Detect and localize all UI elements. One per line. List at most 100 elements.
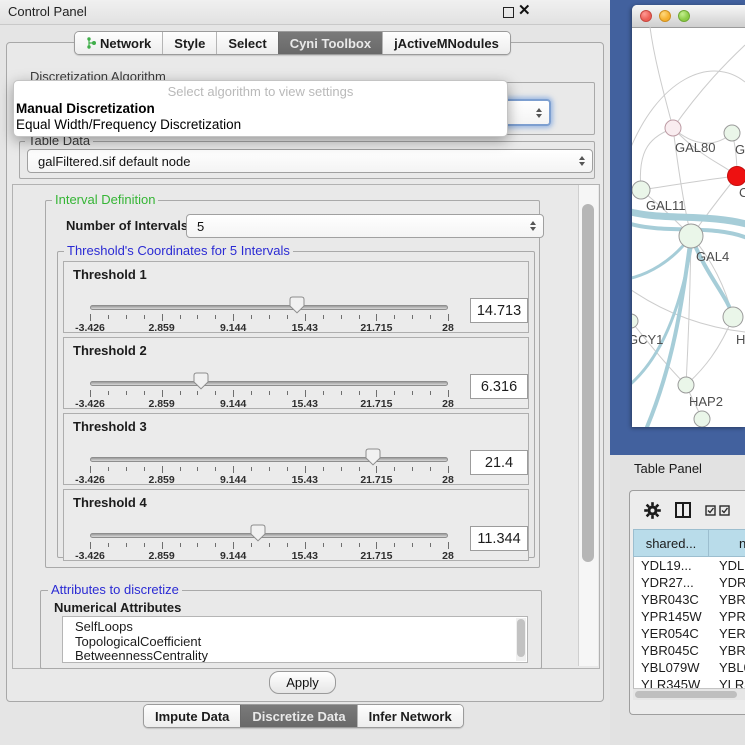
algorithm-placeholder-option[interactable]: Select algorithm to view settings [14, 84, 507, 101]
horizontal-scrollbar-thumb[interactable] [635, 691, 737, 698]
mac-minimize-icon[interactable] [659, 10, 671, 22]
network-node[interactable] [728, 167, 745, 186]
network-node[interactable] [632, 181, 650, 199]
network-node-label: HA [736, 332, 745, 347]
slider-track[interactable] [90, 533, 448, 538]
horizontal-scrollbar[interactable] [633, 688, 745, 700]
slider-tick [412, 543, 413, 547]
slider-tick [376, 314, 377, 321]
slider-tick-label: 15.43 [292, 322, 318, 334]
slider-track[interactable] [90, 305, 448, 310]
cell-shared-name[interactable]: YDL19... [634, 558, 713, 573]
attributes-scrollbar-thumb[interactable] [517, 619, 525, 657]
network-window-titlebar[interactable] [632, 5, 745, 28]
close-icon[interactable]: ✕ [518, 1, 531, 21]
mac-zoom-icon[interactable] [678, 10, 690, 22]
column-header-name[interactable]: na [709, 530, 745, 556]
cell-name[interactable]: YPR1 [713, 609, 745, 624]
attribute-item-topologicalcoefficient[interactable]: TopologicalCoefficient [75, 635, 527, 650]
threshold-value-field[interactable]: 14.713 [470, 298, 528, 323]
gear-icon[interactable] [644, 502, 661, 519]
cell-shared-name[interactable]: YBL079W [634, 660, 713, 675]
network-node[interactable] [724, 125, 740, 141]
cell-shared-name[interactable]: YER054C [634, 626, 713, 641]
table-row[interactable]: YER054CYER0 [634, 625, 745, 642]
network-graph-canvas[interactable]: GAL80GAGAL11CGAL4GCY1HAHAP2 [632, 27, 745, 427]
network-edge[interactable] [686, 317, 733, 385]
tab-select[interactable]: Select [216, 32, 277, 54]
table-data-select[interactable]: galFiltered.sif default node [27, 149, 593, 173]
slider-track[interactable] [90, 457, 448, 462]
algorithm-option-manual-discretization[interactable]: Manual Discretization [14, 101, 507, 117]
cell-name[interactable]: YBR0 [713, 643, 745, 658]
table-row[interactable]: YBR043CYBR0 [634, 591, 745, 608]
cell-name[interactable]: YDL1 [713, 558, 745, 573]
table-row[interactable]: YBL079WYBL0 [634, 659, 745, 676]
tab-impute-data[interactable]: Impute Data [144, 705, 240, 727]
slider-handle[interactable] [250, 524, 266, 545]
slider-tick-label: 28 [442, 398, 454, 410]
table-row[interactable]: YDR27...YDR2 [634, 574, 745, 591]
cell-shared-name[interactable]: YDR27... [634, 575, 713, 590]
network-node[interactable] [665, 120, 681, 136]
network-node[interactable] [723, 307, 743, 327]
table-row[interactable]: YDL19...YDL1 [634, 557, 745, 574]
network-node[interactable] [679, 224, 703, 248]
tab-discretize-data[interactable]: Discretize Data [240, 705, 356, 727]
network-edge[interactable] [673, 45, 745, 128]
attribute-item-betweennesscentrality[interactable]: BetweennessCentrality [75, 649, 527, 663]
apply-button[interactable]: Apply [269, 671, 336, 694]
network-node[interactable] [694, 411, 710, 427]
cell-name[interactable]: YBR0 [713, 592, 745, 607]
cell-name[interactable]: YBL0 [713, 660, 745, 675]
float-window-icon[interactable] [503, 7, 514, 18]
vertical-scrollbar-thumb[interactable] [582, 204, 594, 562]
network-edge[interactable] [640, 128, 673, 190]
network-node[interactable] [678, 377, 694, 393]
tab-cyni-toolbox[interactable]: Cyni Toolbox [278, 32, 382, 54]
mac-close-icon[interactable] [640, 10, 652, 22]
table-row[interactable]: YPR145WYPR1 [634, 608, 745, 625]
cell-name[interactable]: YDR2 [713, 575, 745, 590]
threshold-value-field[interactable]: 21.4 [470, 450, 528, 475]
slider-tick-label: 9.144 [220, 474, 246, 486]
checkbox-icon[interactable] [719, 505, 730, 516]
table-row[interactable]: YBR045CYBR0 [634, 642, 745, 659]
checkbox-icon[interactable] [705, 505, 716, 516]
attributes-list-scrollbar[interactable] [516, 618, 526, 661]
slider-tick-label: 21.715 [360, 322, 392, 334]
threshold-slider[interactable]: -3.4262.8599.14415.4321.71528 [90, 523, 448, 557]
split-columns-icon[interactable] [675, 502, 691, 518]
tab-jactivemnodules[interactable]: jActiveMNodules [382, 32, 510, 54]
slider-handle[interactable] [193, 372, 209, 393]
threshold-value-field[interactable]: 11.344 [470, 526, 528, 551]
cell-shared-name[interactable]: YPR145W [634, 609, 713, 624]
network-edge[interactable] [650, 27, 673, 128]
number-of-intervals-select[interactable]: 5 [186, 214, 544, 238]
network-edge[interactable] [641, 176, 737, 190]
threshold-slider[interactable]: -3.4262.8599.14415.4321.71528 [90, 371, 448, 405]
cell-name[interactable]: YER0 [713, 626, 745, 641]
vertical-scrollbar[interactable] [578, 185, 598, 666]
tab-network[interactable]: Network [75, 32, 162, 54]
threshold-slider[interactable]: -3.4262.8599.14415.4321.71528 [90, 447, 448, 481]
network-node[interactable] [632, 314, 638, 328]
slider-handle[interactable] [289, 296, 305, 317]
cell-shared-name[interactable]: YBR045C [634, 643, 713, 658]
threshold-panel-threshold-1: Threshold 1-3.4262.8599.14415.4321.71528… [63, 261, 529, 333]
tab-infer-network[interactable]: Infer Network [357, 705, 463, 727]
algorithm-option-equal-width-frequency-discretization[interactable]: Equal Width/Frequency Discretization [14, 117, 507, 133]
slider-tick-label: -3.426 [75, 474, 105, 486]
threshold-slider[interactable]: -3.4262.8599.14415.4321.71528 [90, 295, 448, 329]
attribute-item-selfloops[interactable]: SelfLoops [75, 620, 527, 635]
column-header-shared-name[interactable]: shared... [634, 530, 709, 556]
slider-handle[interactable] [365, 448, 381, 469]
cell-shared-name[interactable]: YBR043C [634, 592, 713, 607]
thresholds-group-title: Threshold's Coordinates for 5 Intervals [64, 244, 293, 258]
threshold-panel-threshold-3: Threshold 3-3.4262.8599.14415.4321.71528… [63, 413, 529, 485]
network-thick-edge[interactable] [632, 248, 691, 387]
slider-tick [412, 467, 413, 471]
threshold-value-field[interactable]: 6.316 [470, 374, 528, 399]
tab-style[interactable]: Style [162, 32, 216, 54]
slider-track[interactable] [90, 381, 448, 386]
